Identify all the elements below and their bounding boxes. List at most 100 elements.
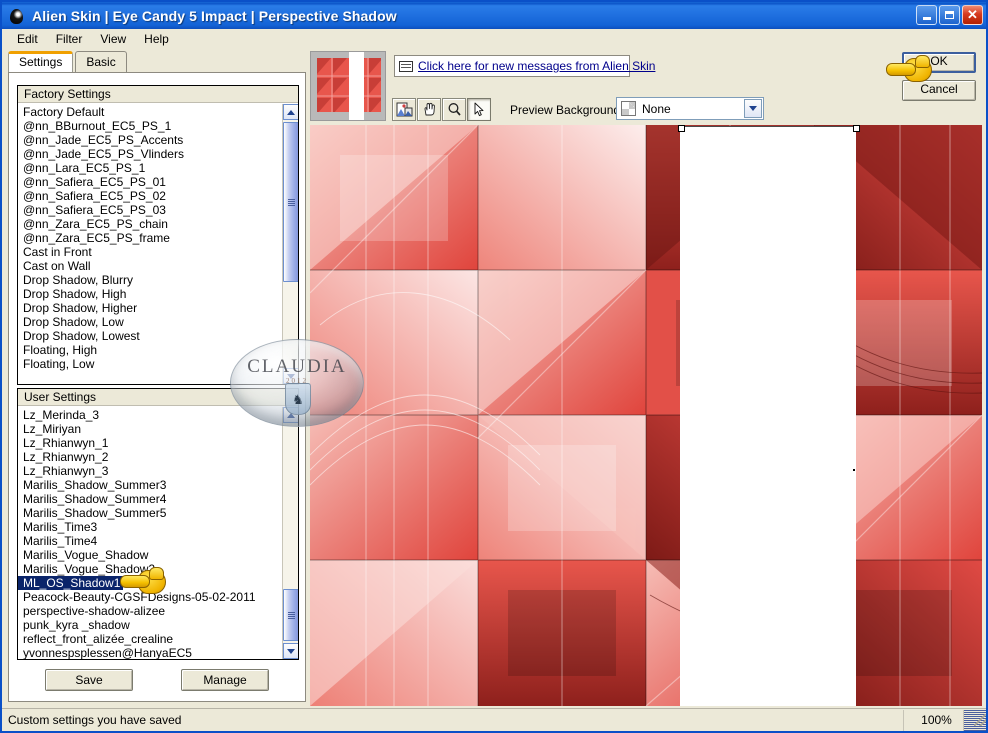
preview-background-select[interactable]: None [616,97,764,120]
list-item[interactable]: Drop Shadow, Low [18,315,282,329]
user-settings-header: User Settings [18,389,298,406]
list-item[interactable]: Marilis_Shadow_Summer5 [18,506,282,520]
list-item[interactable]: @nn_Jade_EC5_PS_Accents [18,133,282,147]
menu-item-help[interactable]: Help [135,31,178,47]
list-item[interactable]: Cast in Front [18,245,282,259]
user-scroll-thumb[interactable] [283,589,298,641]
source-thumbnail[interactable] [310,51,386,121]
save-button[interactable]: Save [45,669,133,691]
factory-scroll-up-button[interactable] [283,104,298,120]
hand-pan-icon [424,102,435,116]
list-item[interactable]: Marilis_Time4 [18,534,282,548]
close-icon: ✕ [967,6,978,22]
list-item[interactable]: Lz_Rhianwyn_2 [18,450,282,464]
list-item[interactable]: ML_OS_Shadow1 [18,576,124,590]
chevron-down-icon [287,373,295,379]
manage-button[interactable]: Manage [181,669,269,691]
factory-settings-list[interactable]: Factory Default @nn_BBurnout_EC5_PS_1 @nn_… [18,104,282,384]
close-button[interactable]: ✕ [962,5,983,25]
factory-scroll-thumb[interactable] [283,122,298,282]
user-scrollbar[interactable] [282,407,298,659]
cancel-button[interactable]: Cancel [902,80,976,101]
list-item[interactable]: Marilis_Shadow_Summer3 [18,478,282,492]
menu-item-edit[interactable]: Edit [8,31,47,47]
new-messages-bar[interactable]: Click here for new messages from Alien S… [394,55,655,77]
list-item[interactable]: @nn_Zara_EC5_PS_frame [18,231,282,245]
tab-strip: Settings Basic [8,51,129,72]
title-bar: Alien Skin | Eye Candy 5 Impact | Perspe… [2,2,986,29]
list-item[interactable]: Lz_Rhianwyn_1 [18,436,282,450]
maximize-button[interactable] [939,5,960,25]
tab-settings[interactable]: Settings [8,51,74,72]
list-item[interactable]: @nn_Safiera_EC5_PS_02 [18,189,282,203]
user-settings-listbox[interactable]: User Settings Lz_Merinda_3 Lz_Miriyan Lz_R… [17,388,299,660]
list-item[interactable]: reflect_front_alizée_crealine [18,632,282,646]
user-scroll-down-button[interactable] [283,643,298,659]
resize-grip[interactable] [964,709,986,731]
user-settings-list[interactable]: Lz_Merinda_3 Lz_Miriyan Lz_Rhianwyn_1 Lz_Rh… [18,407,282,659]
checker-swatch-icon [621,101,636,116]
hand-pan-button[interactable] [417,98,441,121]
status-bar: Custom settings you have saved 100% [2,708,986,731]
list-item[interactable]: Drop Shadow, High [18,287,282,301]
new-messages-link[interactable]: Click here for new messages from Alien S… [418,59,655,73]
list-item[interactable]: Cast on Wall [18,259,282,273]
list-item[interactable]: Floating, High [18,343,282,357]
factory-settings-header: Factory Settings [18,86,298,103]
minimize-button[interactable] [916,5,937,25]
list-item[interactable]: @nn_Safiera_EC5_PS_03 [18,203,282,217]
magnifier-zoom-icon [448,103,461,116]
list-item[interactable]: Lz_Miriyan [18,422,282,436]
grip-icon [287,611,295,619]
chevron-down-icon[interactable] [744,99,762,118]
list-item[interactable]: @nn_BBurnout_EC5_PS_1 [18,119,282,133]
list-item[interactable]: @nn_Jade_EC5_PS_Vlinders [18,147,282,161]
dialog-actions: OK Cancel [902,52,976,108]
settings-panel: Factory Settings Factory Default @nn_BBur… [8,72,306,702]
list-item[interactable]: Lz_Rhianwyn_3 [18,464,282,478]
selection-handle-mr[interactable] [853,469,855,471]
list-item[interactable]: Drop Shadow, Blurry [18,273,282,287]
menu-bar: Edit Filter View Help [2,29,986,49]
preview-selection-area [680,126,856,706]
window-controls: ✕ [916,5,983,25]
preview-canvas[interactable] [310,125,982,706]
arrow-select-icon [474,102,483,117]
ok-button[interactable]: OK [902,52,976,73]
list-item[interactable]: Floating, Low [18,357,282,371]
list-item[interactable]: @nn_Safiera_EC5_PS_01 [18,175,282,189]
factory-settings-listbox[interactable]: Factory Settings Factory Default @nn_BBur… [17,85,299,385]
list-item[interactable]: Drop Shadow, Lowest [18,329,282,343]
magnifier-zoom-button[interactable] [442,98,466,121]
list-item[interactable]: @nn_Lara_EC5_PS_1 [18,161,282,175]
preview-artwork [310,125,982,706]
factory-scroll-down-button[interactable] [283,368,298,384]
selection-handle-tr[interactable] [853,125,860,132]
list-item[interactable]: Drop Shadow, Higher [18,301,282,315]
arrow-select-button[interactable] [467,98,491,121]
list-item[interactable]: @nn_Zara_EC5_PS_chain [18,217,282,231]
list-item[interactable]: Peacock-Beauty-CGSFDesigns-05-02-2011 [18,590,282,604]
preview-compare-icon [396,102,412,116]
alien-head-icon [6,6,28,26]
chevron-up-icon [287,412,295,418]
preview-toolbar [392,98,492,121]
list-item[interactable]: perspective-shadow-alizee [18,604,282,618]
preview-compare-button[interactable] [392,98,416,121]
list-item[interactable]: yvonnespsplessen@HanyaEC5 [18,646,282,659]
tab-basic[interactable]: Basic [75,51,127,72]
list-item[interactable]: Marilis_Shadow_Summer4 [18,492,282,506]
list-item[interactable]: Lz_Merinda_3 [18,408,282,422]
factory-scrollbar[interactable] [282,104,298,384]
list-item[interactable]: Marilis_Vogue_Shadow2 [18,562,282,576]
menu-item-filter[interactable]: Filter [47,31,92,47]
thumbnail-white-band [349,52,364,120]
list-item[interactable]: Factory Default [18,105,282,119]
selection-handle-tl[interactable] [678,125,685,132]
settings-actions: Save Manage [9,669,305,691]
list-item[interactable]: Marilis_Vogue_Shadow [18,548,282,562]
list-item[interactable]: Marilis_Time3 [18,520,282,534]
user-scroll-up-button[interactable] [283,407,298,423]
menu-item-view[interactable]: View [91,31,135,47]
list-item[interactable]: punk_kyra _shadow [18,618,282,632]
